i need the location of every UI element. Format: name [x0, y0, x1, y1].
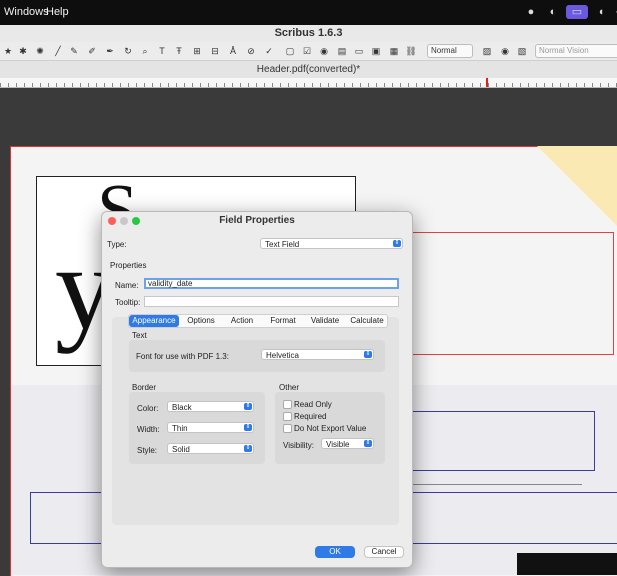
border-heading: Border [132, 383, 157, 392]
border-width-value: Thin [172, 424, 188, 433]
tab-action[interactable]: Action [223, 315, 261, 327]
shape-tool-icon[interactable]: ✱ [17, 45, 29, 57]
toolbar: ★ ✱ ✺ ╱ ✎ ✐ ✒ ↻ ⌕ T Ŧ ⊞ ⊟ Å ⊘ ✓ ▢ ☑ ◉ ▤ … [0, 42, 617, 61]
pdf-checkbox-icon[interactable]: ☑ [301, 45, 313, 57]
chevron-updown-icon: ⇕ [364, 440, 372, 447]
pdf-combobox-icon[interactable]: ◉ [318, 45, 330, 57]
microphone-icon[interactable]: ● [524, 5, 538, 19]
border-style-value: Solid [172, 445, 190, 454]
tab-options[interactable]: Options [181, 315, 221, 327]
menu-bar: Windows Help ● ◐ ▭ ◖ · [0, 0, 617, 25]
chevron-updown-icon: ⇕ [244, 424, 252, 431]
mode-select[interactable]: Normal [427, 44, 473, 58]
pdf-textfield-icon[interactable]: ▭ [353, 45, 365, 57]
document-tab[interactable]: Header.pdf(converted)* [0, 61, 617, 79]
pen-tool-icon[interactable]: ✒ [104, 45, 116, 57]
name-label: Name: [115, 281, 139, 290]
border-color-value: Black [172, 403, 192, 412]
dark-frame[interactable] [517, 553, 617, 575]
bezier-tool-icon[interactable]: ✎ [68, 45, 80, 57]
dialog-title: Field Properties [219, 215, 295, 226]
read-only-label: Read Only [294, 400, 332, 409]
tooltip-input[interactable] [144, 296, 399, 307]
required-label: Required [294, 412, 327, 421]
tooltip-label: Tooltip: [115, 298, 141, 307]
screen-share-icon[interactable]: ▭ [566, 5, 588, 19]
read-only-checkbox[interactable] [283, 400, 292, 409]
unlink-frames-icon[interactable]: ⊟ [209, 45, 221, 57]
cancel-button[interactable]: Cancel [364, 546, 404, 558]
no-export-checkbox[interactable] [283, 424, 292, 433]
app-title: Scribus 1.6.3 [0, 25, 617, 43]
text-frame-icon[interactable]: T [156, 45, 168, 57]
measure-tool-icon[interactable]: Å [227, 45, 239, 57]
type-label: Type: [107, 240, 127, 249]
pdf-radio-icon[interactable]: ▣ [370, 45, 382, 57]
tab-bar: Appearance Options Action Format Validat… [128, 314, 388, 328]
vision-select[interactable]: Normal Vision [535, 44, 617, 58]
font-select[interactable]: Helvetica ⇕ [261, 349, 374, 360]
field-properties-dialog: Field Properties Type: Text Field ⇕ Prop… [101, 211, 413, 568]
preview-icon[interactable]: ▨ [481, 45, 493, 57]
edit-mode-icon[interactable]: ▧ [516, 45, 528, 57]
other-heading: Other [279, 383, 300, 392]
ok-button[interactable]: OK [315, 546, 355, 558]
link-frames-icon[interactable]: ⊞ [191, 45, 203, 57]
width-label: Width: [137, 425, 160, 434]
visibility-select[interactable]: Visible ⇕ [321, 438, 374, 449]
chevron-updown-icon: ⇕ [244, 445, 252, 452]
line-tool-icon[interactable]: ╱ [52, 45, 64, 57]
eye-icon[interactable]: ◉ [499, 45, 511, 57]
name-input[interactable]: validity_date [144, 278, 399, 289]
style-label: Style: [137, 446, 158, 455]
tab-format[interactable]: Format [263, 315, 303, 327]
selected-frame[interactable] [395, 232, 614, 355]
visibility-label: Visibility: [283, 441, 314, 450]
pdf-annotation-icon[interactable]: ▦ [388, 45, 400, 57]
border-width-select[interactable]: Thin ⇕ [167, 422, 254, 433]
menu-help[interactable]: Help [46, 6, 69, 18]
chevron-updown-icon: ⇕ [393, 240, 401, 247]
type-select[interactable]: Text Field ⇕ [260, 238, 403, 249]
menu-windows[interactable]: Windows [4, 6, 49, 18]
tab-validate[interactable]: Validate [305, 315, 345, 327]
color-label: Color: [137, 404, 159, 413]
divider-line [410, 484, 582, 485]
text-edit-icon[interactable]: Ŧ [173, 45, 185, 57]
no-export-label: Do Not Export Value [294, 424, 367, 433]
font-select-value: Helvetica [266, 351, 299, 360]
more-icon[interactable]: · [610, 5, 617, 19]
tab-appearance[interactable]: Appearance [129, 315, 179, 327]
horizontal-ruler [0, 78, 617, 88]
copy-properties-icon[interactable]: ⊘ [245, 45, 257, 57]
properties-heading: Properties [110, 261, 147, 270]
type-select-value: Text Field [265, 240, 300, 249]
tab-calculate[interactable]: Calculate [347, 315, 387, 327]
ruler-cursor-marker [486, 78, 488, 87]
zoom-tool-icon[interactable]: ⌕ [139, 45, 151, 57]
font-label: Font for use with PDF 1.3: [136, 352, 229, 361]
pdf-button-icon[interactable]: ▢ [284, 45, 296, 57]
required-checkbox[interactable] [283, 412, 292, 421]
form-field-frame[interactable] [392, 411, 595, 471]
rotate-tool-icon[interactable]: ↻ [122, 45, 134, 57]
freehand-tool-icon[interactable]: ✐ [86, 45, 98, 57]
eyedropper-icon[interactable]: ✓ [263, 45, 275, 57]
pdf-listbox-icon[interactable]: ▤ [336, 45, 348, 57]
polygon-tool-icon[interactable]: ✺ [34, 45, 46, 57]
user-icon[interactable]: ◖ [594, 5, 608, 19]
border-style-select[interactable]: Solid ⇕ [167, 443, 254, 454]
border-color-select[interactable]: Black ⇕ [167, 401, 254, 412]
select-tool-icon[interactable]: ★ [2, 45, 14, 57]
chevron-updown-icon: ⇕ [244, 403, 252, 410]
control-center-icon[interactable]: ◐ [546, 5, 560, 19]
chevron-updown-icon: ⇕ [364, 351, 372, 358]
text-heading: Text [132, 331, 147, 340]
visibility-value: Visible [326, 440, 350, 449]
pdf-link-icon[interactable]: ⛓ [405, 45, 417, 57]
